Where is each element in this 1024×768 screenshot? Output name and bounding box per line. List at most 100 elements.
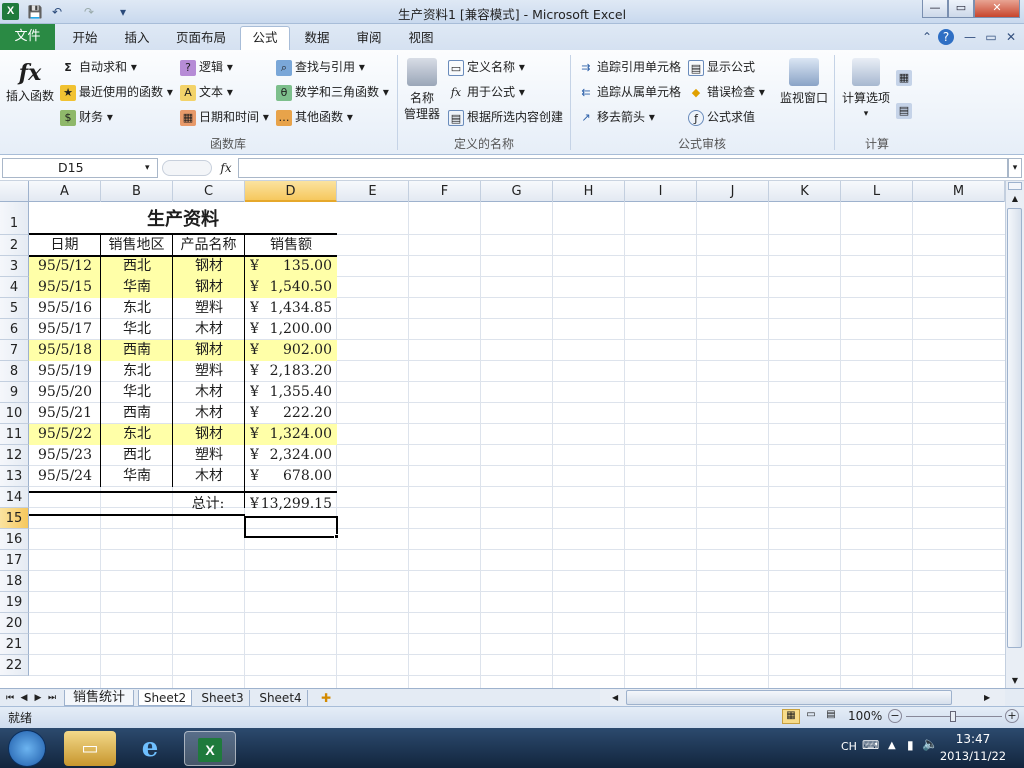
column-header-i[interactable]: I (625, 181, 697, 202)
column-header-h[interactable]: H (553, 181, 625, 202)
explorer-taskbar-icon[interactable]: ▭ (64, 731, 116, 766)
cell-date[interactable]: 95/5/15 (29, 277, 101, 298)
cell-product[interactable]: 木材 (173, 403, 245, 424)
workbook-close-icon[interactable]: ✕ (1003, 29, 1019, 45)
zoom-out-icon[interactable]: − (888, 709, 902, 723)
cell-product[interactable]: 木材 (173, 319, 245, 340)
first-sheet-icon[interactable]: ⏮ (4, 690, 16, 706)
cell-date[interactable]: 95/5/12 (29, 256, 101, 277)
select-all-corner[interactable] (0, 181, 29, 202)
zoom-level[interactable]: 100% (848, 709, 882, 723)
tab-review[interactable]: 审阅 (348, 27, 390, 49)
sheet-title[interactable]: 生产资料 (29, 202, 337, 235)
row-header-21[interactable]: 21 (0, 634, 29, 655)
row-header-5[interactable]: 5 (0, 298, 29, 319)
cell-amount[interactable]: 2,183.20 (260, 361, 332, 382)
cell-date[interactable]: 95/5/16 (29, 298, 101, 319)
scroll-left-icon[interactable]: ◀ (612, 691, 622, 704)
row-header-18[interactable]: 18 (0, 571, 29, 592)
row-header-11[interactable]: 11 (0, 424, 29, 445)
cell-product[interactable]: 塑料 (173, 445, 245, 466)
excel-taskbar-icon[interactable]: X (184, 731, 236, 766)
logical-button[interactable]: ? 逻辑 ▾ (180, 57, 233, 77)
cell-region[interactable]: 东北 (101, 361, 173, 382)
text-functions-button[interactable]: A 文本 ▾ (180, 82, 233, 102)
zoom-in-icon[interactable]: + (1005, 709, 1019, 723)
keyboard-icon[interactable]: ⌨ (862, 738, 879, 752)
datetime-button[interactable]: ▦ 日期和时间 ▾ (180, 107, 269, 127)
insert-sheet-icon[interactable]: ✚ (316, 690, 336, 706)
row-header-15[interactable]: 15 (0, 508, 29, 529)
column-header-f[interactable]: F (409, 181, 481, 202)
calculate-now-button[interactable]: ▦ (896, 67, 915, 87)
evaluate-formula-button[interactable]: ƒ 公式求值 (688, 107, 755, 127)
cell-product[interactable]: 塑料 (173, 298, 245, 319)
row-header-9[interactable]: 9 (0, 382, 29, 403)
scroll-right-icon[interactable]: ▶ (984, 691, 994, 704)
page-layout-view-icon[interactable]: ▭ (802, 709, 820, 724)
prev-sheet-icon[interactable]: ◀ (18, 690, 30, 706)
cell-region[interactable]: 东北 (101, 424, 173, 445)
workbook-minimize-icon[interactable]: — (962, 29, 978, 45)
column-header-b[interactable]: B (101, 181, 173, 202)
next-sheet-icon[interactable]: ▶ (32, 690, 44, 706)
cell-amount[interactable]: 902.00 (260, 340, 332, 361)
zoom-slider-thumb[interactable] (950, 711, 956, 722)
row-header-6[interactable]: 6 (0, 319, 29, 340)
row-header-14[interactable]: 14 (0, 487, 29, 508)
trace-dependents-button[interactable]: ⇇ 追踪从属单元格 (578, 82, 681, 102)
network-icon[interactable]: ▮ (907, 738, 914, 752)
cell-product[interactable]: 钢材 (173, 277, 245, 298)
total-amount[interactable]: 13,299.15 (260, 493, 332, 515)
name-box-dropdown-icon[interactable]: ▾ (145, 159, 150, 177)
maximize-button[interactable]: ▭ (948, 0, 974, 18)
cell-region[interactable]: 西南 (101, 403, 173, 424)
cell-date[interactable]: 95/5/24 (29, 466, 101, 487)
cell-product[interactable]: 木材 (173, 382, 245, 403)
cell-region[interactable]: 华南 (101, 277, 173, 298)
error-checking-button[interactable]: ◆ 错误检查 ▾ (688, 82, 765, 102)
cell-product[interactable]: 钢材 (173, 256, 245, 277)
cell-date[interactable]: 95/5/19 (29, 361, 101, 382)
formula-input[interactable] (238, 158, 1008, 178)
cell-region[interactable]: 西北 (101, 445, 173, 466)
scroll-up-icon[interactable]: ▲ (1008, 192, 1022, 206)
fill-handle[interactable] (334, 534, 339, 539)
ie-taskbar-icon[interactable]: e (124, 731, 176, 766)
column-header-l[interactable]: L (841, 181, 913, 202)
column-header-j[interactable]: J (697, 181, 769, 202)
row-header-3[interactable]: 3 (0, 256, 29, 277)
cell-date[interactable]: 95/5/18 (29, 340, 101, 361)
cell-product[interactable]: 木材 (173, 466, 245, 487)
last-sheet-icon[interactable]: ⏭ (46, 690, 58, 706)
cell-region[interactable]: 华南 (101, 466, 173, 487)
row-header-16[interactable]: 16 (0, 529, 29, 550)
sheet-tab-sheet2[interactable]: Sheet2 (138, 690, 192, 706)
cell-region[interactable]: 东北 (101, 298, 173, 319)
cell-region[interactable]: 西南 (101, 340, 173, 361)
table-header-cell[interactable]: 日期 (29, 235, 101, 256)
cell-region[interactable]: 华北 (101, 319, 173, 340)
close-button[interactable]: ✕ (974, 0, 1020, 18)
more-functions-button[interactable]: … 其他函数 ▾ (276, 107, 353, 127)
active-cell-d15[interactable] (244, 516, 338, 538)
name-manager-button[interactable]: 名称 管理器 (400, 58, 444, 122)
input-language[interactable]: CH (841, 740, 857, 753)
horizontal-scroll-thumb[interactable] (626, 690, 952, 705)
calculate-sheet-button[interactable]: ▤ (896, 100, 915, 120)
cell-product[interactable]: 钢材 (173, 340, 245, 361)
watch-window-button[interactable]: 监视窗口 (776, 58, 832, 106)
lookup-button[interactable]: ⌕ 查找与引用 ▾ (276, 57, 365, 77)
table-header-cell[interactable]: 销售地区 (101, 235, 173, 256)
scroll-down-icon[interactable]: ▼ (1008, 674, 1022, 688)
row-header-7[interactable]: 7 (0, 340, 29, 361)
column-header-d[interactable]: D (245, 181, 337, 202)
tab-file[interactable]: 文件 (0, 24, 55, 50)
cell-amount[interactable]: 1,540.50 (260, 277, 332, 298)
cell-amount[interactable]: 1,200.00 (260, 319, 332, 340)
minimize-button[interactable]: — (922, 0, 948, 18)
cell-amount[interactable]: 678.00 (260, 466, 332, 487)
row-header-22[interactable]: 22 (0, 655, 29, 676)
use-in-formula-button[interactable]: fx 用于公式 ▾ (448, 82, 525, 102)
table-header-cell[interactable]: 产品名称 (173, 235, 245, 256)
